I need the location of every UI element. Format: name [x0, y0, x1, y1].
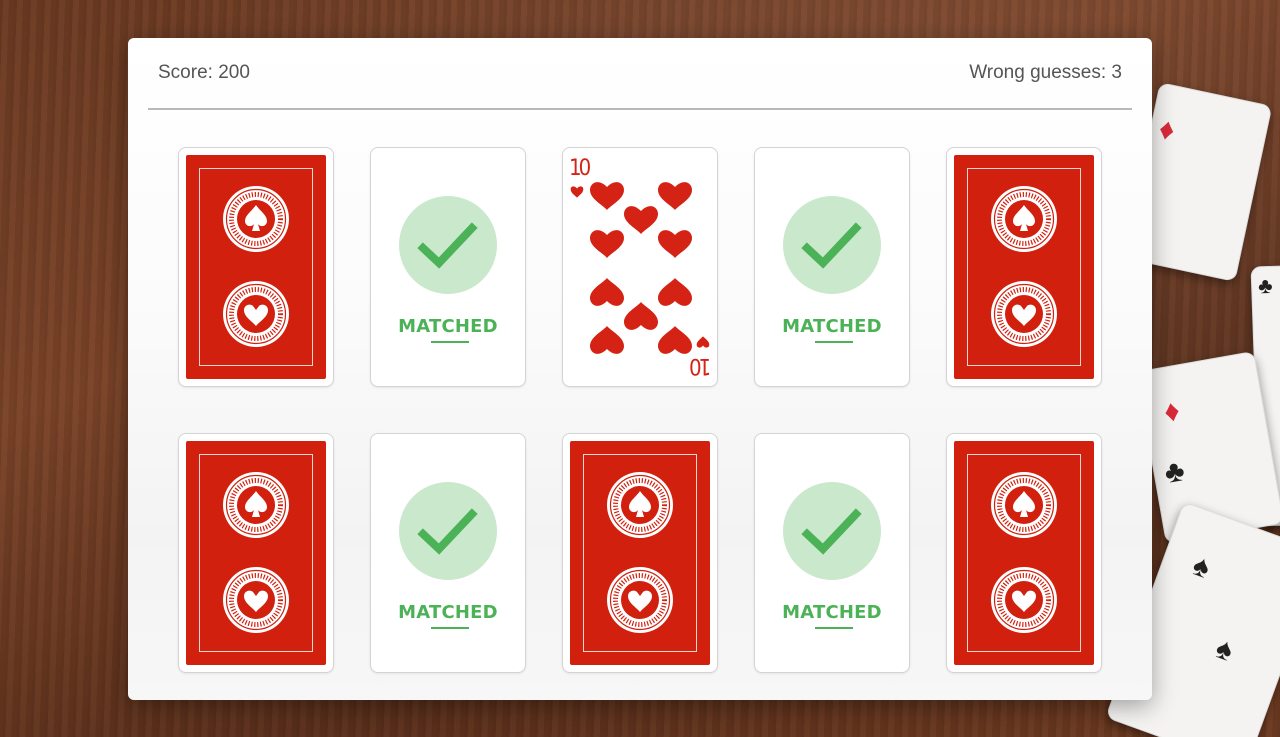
matched-label: MATCHED	[782, 602, 882, 623]
heart-small-icon	[570, 186, 584, 198]
heart-small-icon	[696, 336, 710, 348]
heart-seal-icon	[223, 567, 289, 633]
diamond-icon: ♦	[1155, 112, 1178, 148]
card-face-down[interactable]	[946, 147, 1102, 387]
game-panel: Score: 200 Wrong guesses: 3 MATCHED 10 1…	[128, 38, 1152, 700]
check-icon	[417, 508, 478, 555]
hearts-pips-icon	[590, 182, 692, 354]
score-label: Score: 200	[158, 62, 250, 83]
heart-seal-icon	[991, 281, 1057, 347]
check-circle	[783, 196, 881, 294]
spade-seal-icon	[607, 472, 673, 538]
check-icon	[801, 222, 862, 269]
card-matched: MATCHED	[370, 147, 526, 387]
spade-icon: ♠	[1188, 548, 1215, 585]
matched-label: MATCHED	[398, 316, 498, 337]
club-icon: ♣	[1257, 272, 1274, 299]
spade-seal-icon	[223, 472, 289, 538]
card-rank-top: 10	[569, 156, 591, 181]
card-face-down[interactable]	[562, 433, 718, 673]
matched-underline	[431, 627, 469, 629]
heart-seal-icon	[223, 281, 289, 347]
spade-seal-icon	[223, 186, 289, 252]
game-header: Score: 200 Wrong guesses: 3	[148, 38, 1132, 110]
card-back	[186, 155, 326, 379]
card-matched: MATCHED	[754, 433, 910, 673]
check-circle	[399, 482, 497, 580]
check-circle	[783, 482, 881, 580]
heart-seal-icon	[991, 567, 1057, 633]
check-icon	[801, 508, 862, 555]
matched-underline	[431, 341, 469, 343]
card-face-down[interactable]	[178, 147, 334, 387]
card-back	[186, 441, 326, 665]
card-rank-bottom: 10	[691, 353, 711, 378]
spade-seal-icon	[991, 472, 1057, 538]
check-icon	[417, 222, 478, 269]
card-face-down[interactable]	[946, 433, 1102, 673]
diamond-icon: ♦	[1161, 394, 1183, 430]
card-matched: MATCHED	[754, 147, 910, 387]
card-matched: MATCHED	[370, 433, 526, 673]
spade-seal-icon	[991, 186, 1057, 252]
card-face-up: 10 10	[562, 147, 718, 387]
card-back	[954, 155, 1094, 379]
wrong-guesses-label: Wrong guesses: 3	[969, 62, 1122, 83]
heart-seal-icon	[607, 567, 673, 633]
club-icon: ♣	[1162, 454, 1188, 490]
matched-underline	[815, 341, 853, 343]
check-circle	[399, 196, 497, 294]
card-face-down[interactable]	[178, 433, 334, 673]
spade-icon: ♠	[1211, 631, 1238, 668]
matched-label: MATCHED	[398, 602, 498, 623]
card-back	[570, 441, 710, 665]
matched-underline	[815, 627, 853, 629]
card-back	[954, 441, 1094, 665]
matched-label: MATCHED	[782, 316, 882, 337]
